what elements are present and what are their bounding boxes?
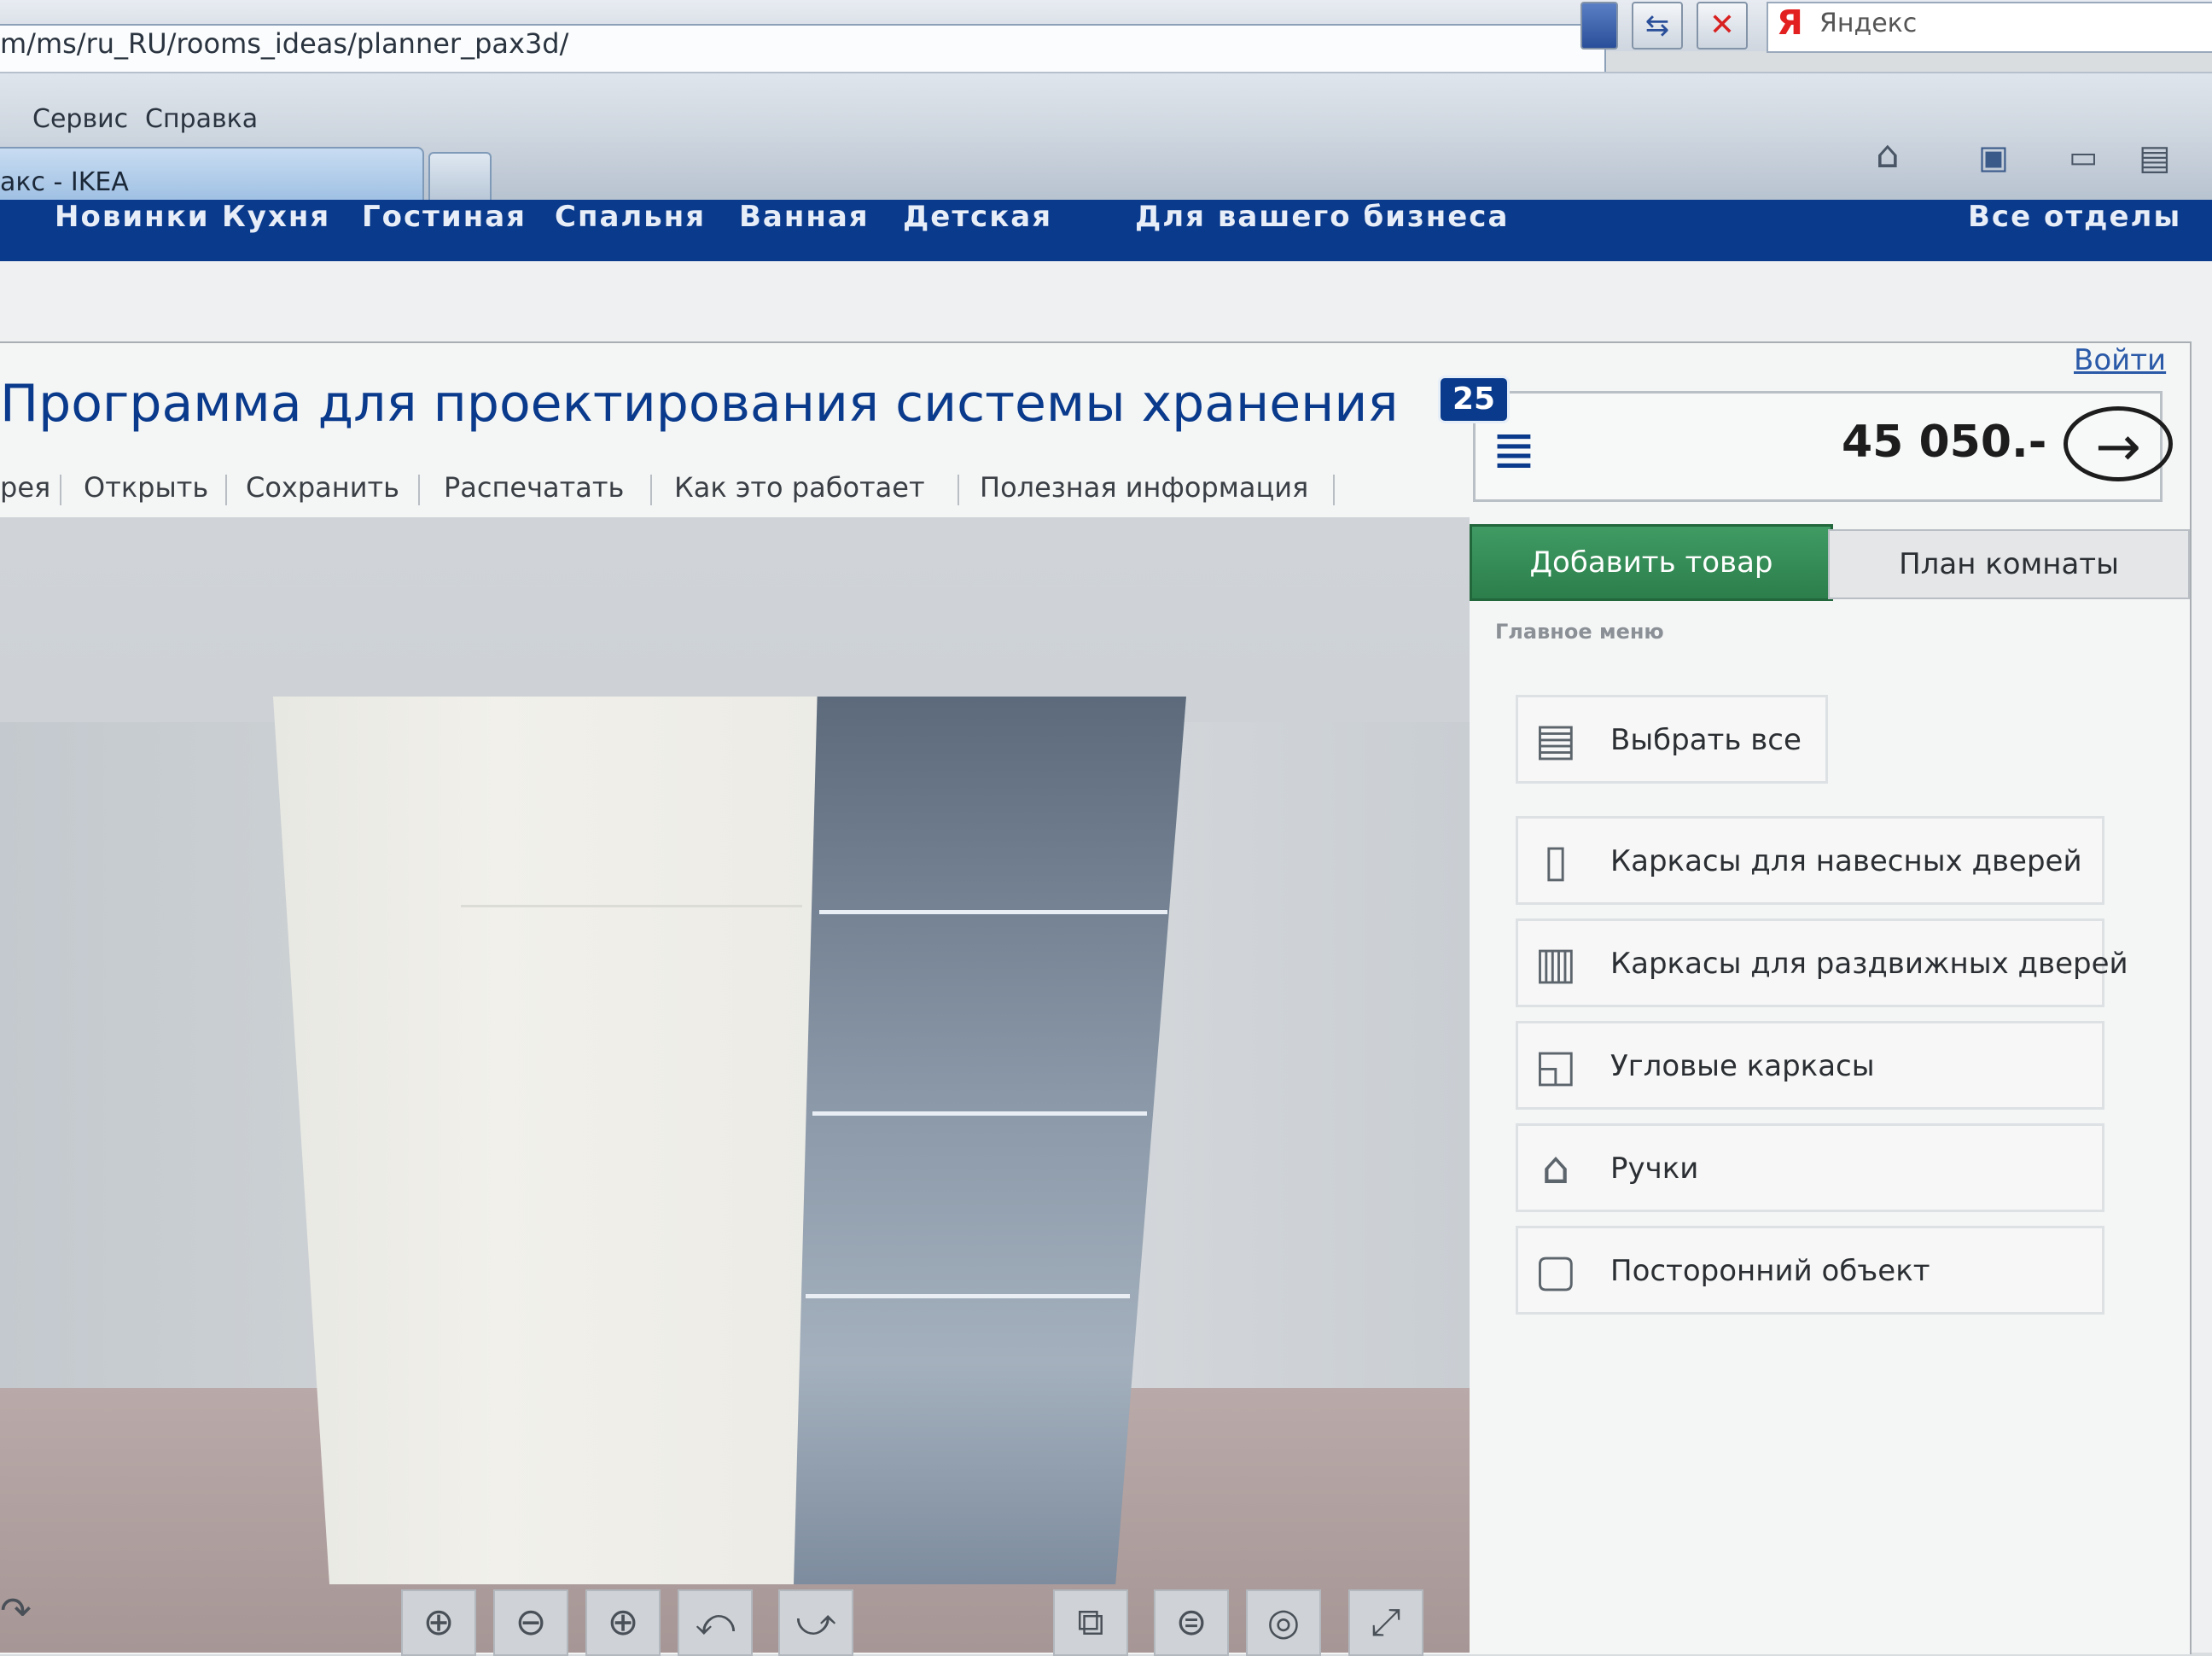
toolbar-separator [60,475,61,505]
toolbar-separator [958,475,959,505]
menu-foreign-object[interactable]: ▢ Посторонний объект [1516,1226,2104,1315]
menu-service[interactable]: Сервис [32,104,128,134]
cart-total: 45 050.- [1842,417,2047,468]
page-title: Программа для проектирования системы хра… [0,374,1399,434]
toolbar-new[interactable]: рея [0,471,50,504]
wardrobe-shelf [806,1294,1130,1298]
login-link[interactable]: Войти [2074,343,2166,377]
nav-bathroom[interactable]: Ванная [739,200,870,234]
rotate-right-icon[interactable]: ⤻ [778,1589,853,1656]
refresh-icon[interactable]: ⇆ [1632,2,1683,50]
toolbar-save[interactable]: Сохранить [246,471,399,504]
hinged-frame-icon: ▯ [1543,836,1569,887]
browser-tab-title[interactable]: акс - IKEA [0,167,129,197]
view-mode-icon[interactable]: ◎ [1246,1589,1321,1656]
wardrobe-shelf [819,910,1167,914]
nav-kids[interactable]: Детская [903,200,1052,234]
wardrobe-frame-white[interactable] [273,697,836,1584]
nav-living-room[interactable]: Гостиная [362,200,527,234]
wardrobe-shelf [812,1111,1147,1116]
home-icon[interactable]: ⌂ [1876,133,1900,177]
menu-help[interactable]: Справка [145,104,258,134]
rotate-left-icon[interactable]: ⤺ [678,1589,753,1656]
rotate-icon[interactable]: ↷ [0,1589,32,1633]
nav-business[interactable]: Для вашего бизнеса [1135,200,1509,234]
address-dropdown-icon[interactable] [1580,2,1618,50]
tab-add-product[interactable]: Добавить товар [1470,524,1833,601]
toolbar-separator [225,475,227,505]
toolbar-print[interactable]: Распечатать [444,471,624,504]
select-all-icon: ▤ [1534,714,1577,766]
browser-menubar [0,72,2212,138]
menu-item-label: Посторонний объект [1610,1254,1930,1288]
wardrobe-shelf [461,905,802,907]
shopping-list-box[interactable] [1473,391,2163,502]
menu-item-label: Ручки [1610,1152,1699,1186]
toolbar-open[interactable]: Открыть [84,471,208,504]
toolbar-separator [418,475,420,505]
rss-feed-icon[interactable]: ▣ [1978,138,2009,176]
menu-item-label: Каркасы для навесных дверей [1610,844,2082,878]
zoom-out-icon[interactable]: ⊖ [493,1589,568,1656]
main-menu-title: Главное меню [1495,620,1664,644]
toolbar-separator [1333,475,1335,505]
zoom-in-icon[interactable]: ⊕ [585,1589,661,1656]
new-tab-button[interactable] [428,152,492,203]
address-bar-url[interactable]: m/ms/ru_RU/rooms_ideas/planner_pax3d/ [0,27,568,60]
site-navigation [0,200,2212,261]
toolbar-separator [650,475,652,505]
yandex-logo-icon: Я [1777,3,1803,43]
view-toolbar: ⊕ ⊖ ⊕ ⤺ ⤻ ⧉ ⊜ ◎ ⤢ [393,1589,1485,1656]
tab-room-plan[interactable]: План комнаты [1828,529,2190,599]
nav-kitchen[interactable]: Кухня [222,200,330,234]
menu-sliding-door-frames[interactable]: ▥ Каркасы для раздвижных дверей [1516,918,2128,1007]
menu-item-label: Каркасы для раздвижных дверей [1610,947,2128,981]
nav-new[interactable]: Новинки [55,200,210,234]
menu-item-label: Угловые каркасы [1610,1049,1875,1083]
stop-icon[interactable]: ✕ [1697,2,1748,50]
handles-icon: ⌂ [1541,1143,1570,1194]
fullscreen-icon[interactable]: ⤢ [1348,1589,1423,1656]
open-doors-icon[interactable]: ⧉ [1053,1589,1128,1656]
shopping-list-icon[interactable]: ≣ [1492,418,1536,481]
corner-frame-icon: ◱ [1534,1041,1577,1092]
menu-select-all[interactable]: ▤ Выбрать все [1516,695,1828,784]
nav-all-departments[interactable]: Все отделы [1968,200,2181,234]
nav-bedroom[interactable]: Спальня [555,200,706,234]
menu-corner-frames[interactable]: ◱ Угловые каркасы [1516,1021,2104,1110]
print-icon[interactable]: ▤ [2139,138,2171,178]
menu-item-label: Выбрать все [1610,723,1802,757]
center-view-icon[interactable]: ⊕ [401,1589,476,1656]
item-count-badge: 25 [1438,376,1510,423]
toolbar-useful-info[interactable]: Полезная информация [980,471,1308,504]
menu-hinged-door-frames[interactable]: ▯ Каркасы для навесных дверей [1516,816,2104,905]
sliding-frame-icon: ▥ [1534,938,1577,989]
menu-handles[interactable]: ⌂ Ручки [1516,1123,2104,1212]
foreign-object-icon: ▢ [1534,1245,1577,1297]
show-dimensions-icon[interactable]: ⊜ [1154,1589,1229,1656]
mail-icon[interactable]: ▭ [2069,140,2098,175]
search-engine-label: Яндекс [1819,9,1918,38]
toolbar-how-it-works[interactable]: Как это работает [674,471,925,504]
3d-viewport[interactable] [0,517,1470,1653]
arrow-right-icon[interactable]: → [2064,406,2173,481]
